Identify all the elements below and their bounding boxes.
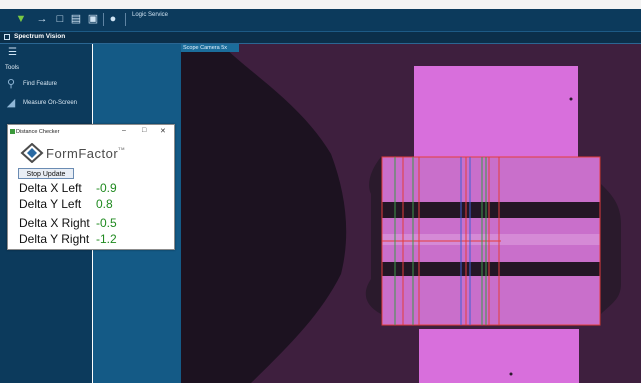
sidebar-item-label: Find Feature <box>23 81 58 87</box>
window-top-frame <box>0 0 641 9</box>
delta-x-left-label: Delta X Left <box>19 181 82 195</box>
camera-image <box>181 44 641 383</box>
delta-x-left-value: -0.9 <box>96 181 117 195</box>
toolbar-separator <box>103 13 104 26</box>
filter-icon[interactable]: ▼ <box>14 12 28 26</box>
open-file-icon[interactable]: ▤ <box>69 12 83 26</box>
app-icon <box>4 34 10 40</box>
close-icon[interactable]: ✕ <box>160 127 166 135</box>
sidebar-item-find-feature[interactable]: ⚲ Find Feature <box>4 77 90 93</box>
delta-y-left-value: 0.8 <box>96 197 113 211</box>
hamburger-menu-icon[interactable]: ☰ <box>8 47 17 58</box>
save-icon[interactable]: ▣ <box>86 12 100 26</box>
find-feature-icon: ⚲ <box>6 78 16 90</box>
sidebar-item-label: Measure On-Screen <box>23 100 78 106</box>
delta-x-right-label: Delta X Right <box>19 216 90 230</box>
new-file-icon[interactable]: □ <box>53 12 67 26</box>
toolbar-separator <box>125 13 126 26</box>
delta-y-left-label: Delta Y Left <box>19 197 82 211</box>
sidebar-item-measure-on-screen[interactable]: ◢ Measure On-Screen <box>4 96 90 112</box>
measure-icon: ◢ <box>6 97 16 109</box>
delta-y-right-label: Delta Y Right <box>19 232 90 246</box>
app-title: Spectrum Vision <box>14 33 66 40</box>
app-title-bar: Spectrum Vision <box>0 32 641 44</box>
logic-service-label[interactable]: Logic Service <box>132 12 168 18</box>
formfactor-logo-icon <box>20 143 44 163</box>
tools-heading: Tools <box>5 65 20 71</box>
minimize-icon[interactable]: – <box>122 127 126 134</box>
distance-checker-dialog: Distance Checker – □ ✕ FormFactorTM Stop… <box>7 124 175 250</box>
main-toolbar: ▼ → □ ▤ ▣ ● Logic Service <box>0 9 641 32</box>
formfactor-logo-text: FormFactorTM <box>46 146 125 161</box>
lightbulb-icon[interactable]: ● <box>106 12 120 26</box>
dialog-title: Distance Checker <box>16 129 60 135</box>
camera-view[interactable] <box>181 44 641 383</box>
arrow-right-icon[interactable]: → <box>35 12 49 26</box>
camera-view-tab[interactable]: Scope Camera 5x <box>181 44 239 52</box>
delta-y-right-value: -1.2 <box>96 232 117 246</box>
stop-update-button[interactable]: Stop Update <box>18 168 74 179</box>
distance-checker-icon <box>10 129 15 134</box>
maximize-icon[interactable]: □ <box>142 127 146 134</box>
delta-x-right-value: -0.5 <box>96 216 117 230</box>
